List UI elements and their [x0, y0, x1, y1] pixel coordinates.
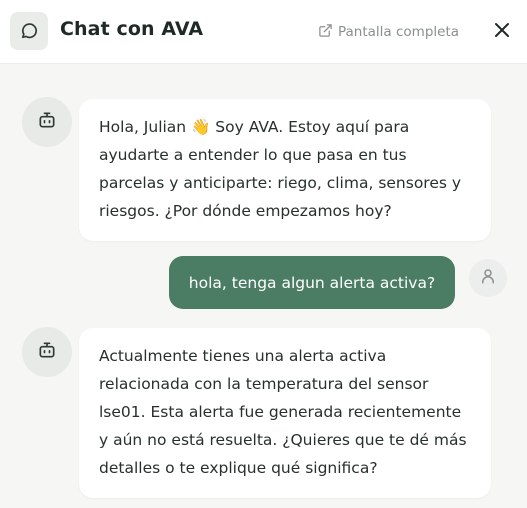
message-line: riesgos. ¿Por dónde empezamos hoy?	[99, 202, 392, 220]
assistant-message: Hola, Julian 👋 Soy AVA. Estoy aquí para …	[79, 99, 491, 241]
robot-icon	[37, 340, 57, 364]
message-line: ayudarte a entender lo que pasa en tus	[99, 146, 407, 164]
chat-title: Chat con AVA	[60, 18, 204, 40]
chat-bubble-icon	[10, 12, 48, 50]
close-icon	[494, 22, 510, 42]
message-line: detalles o te explique qué significa?	[99, 459, 378, 477]
message-line: y aún no está resuelta. ¿Quieres que te …	[99, 431, 467, 449]
user-message: hola, tenga algun alerta activa?	[169, 256, 455, 309]
message-line: Hola, Julian 👋 Soy AVA. Estoy aquí para	[99, 118, 410, 136]
chat-header: Chat con AVA Pantalla completa	[0, 0, 527, 64]
assistant-avatar	[22, 327, 72, 377]
chat-panel: Chat con AVA Pantalla completa Hola, Jul…	[0, 0, 527, 508]
assistant-message: Actualmente tienes una alerta activa rel…	[79, 328, 491, 498]
external-link-icon	[318, 23, 333, 42]
fullscreen-label: Pantalla completa	[338, 24, 460, 40]
user-avatar	[469, 259, 507, 297]
message-line: relacionada con la temperatura del senso…	[99, 375, 429, 393]
close-button[interactable]	[492, 22, 512, 42]
fullscreen-button[interactable]: Pantalla completa	[318, 23, 459, 41]
message-text: hola, tenga algun alerta activa?	[188, 273, 436, 292]
robot-icon	[37, 110, 57, 134]
message-line: Actualmente tienes una alerta activa	[99, 347, 387, 365]
assistant-avatar	[22, 97, 72, 147]
message-line: lse01. Esta alerta fue generada reciente…	[99, 403, 462, 421]
message-line: parcelas y anticiparte: riego, clima, se…	[99, 174, 462, 192]
user-icon	[479, 267, 497, 289]
